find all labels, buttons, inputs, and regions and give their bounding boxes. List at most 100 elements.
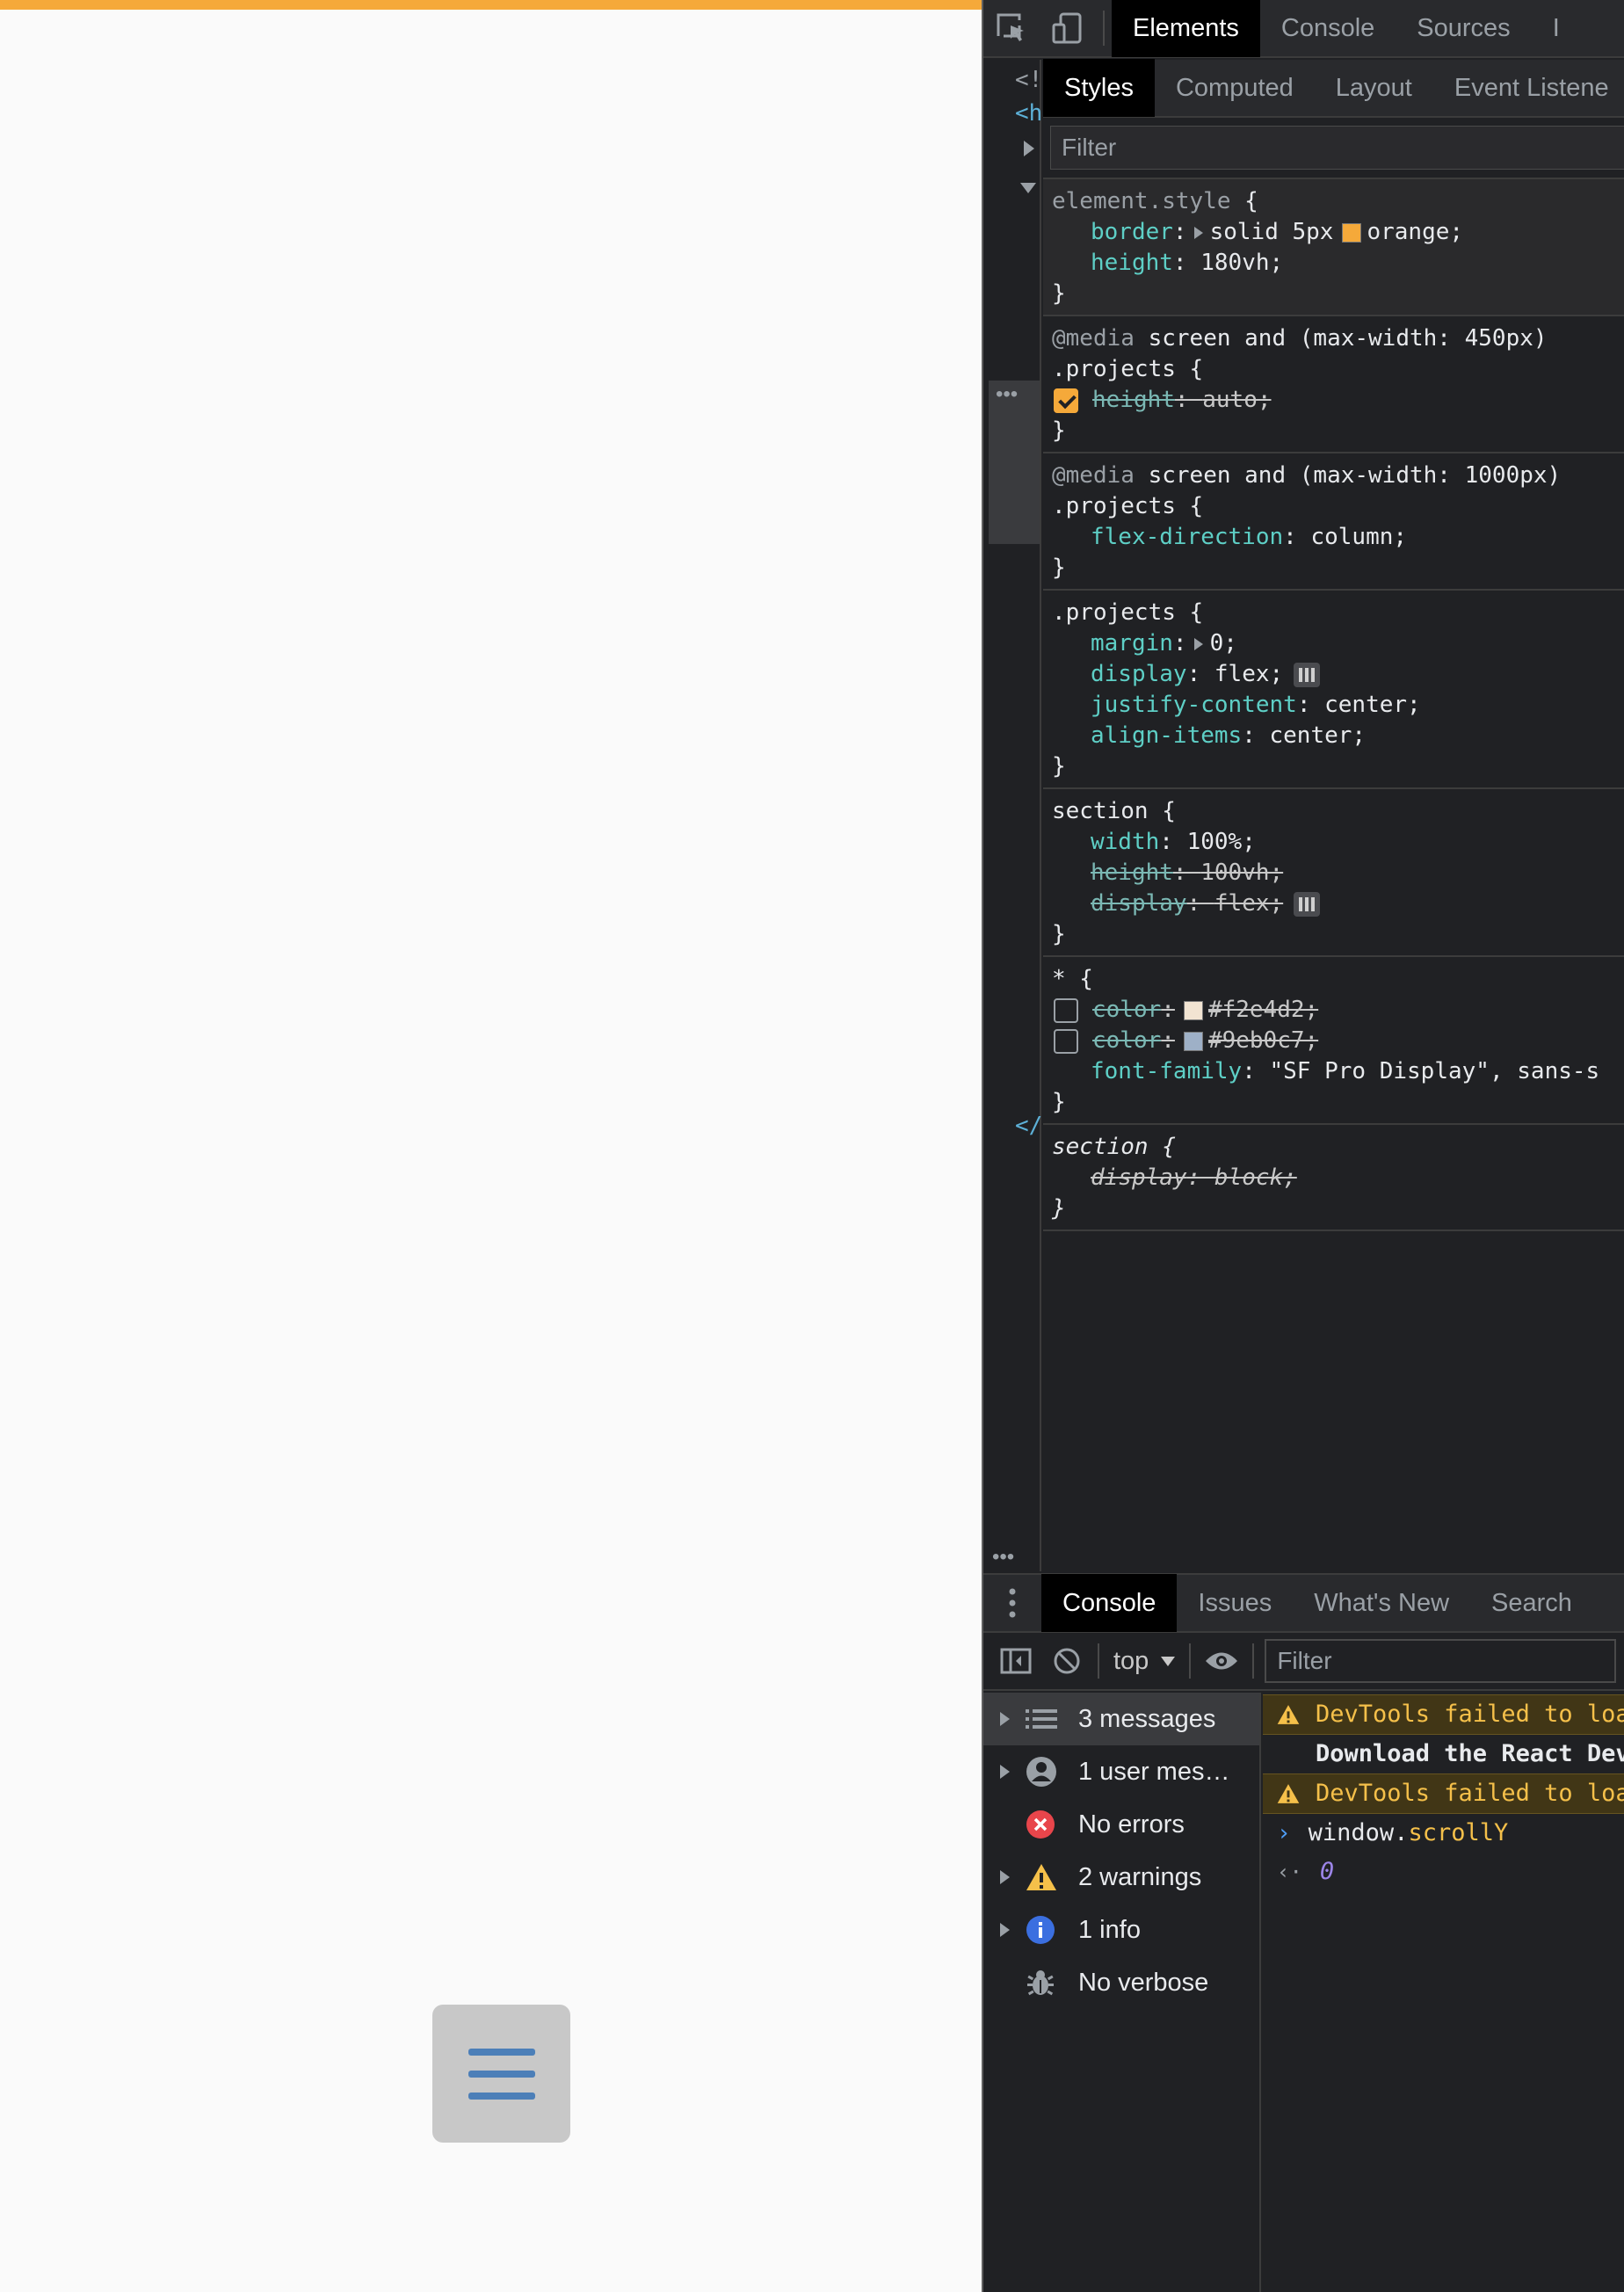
device-toggle-icon[interactable] (1040, 0, 1096, 57)
declaration-margin[interactable]: margin:0; (1052, 628, 1624, 659)
sidebar-item-verbose[interactable]: No verbose (983, 1956, 1259, 2009)
expand-arrow-icon[interactable] (983, 1923, 1026, 1937)
property-checkbox[interactable] (1054, 388, 1078, 413)
declaration-height-overridden[interactable]: height: 100vh; (1052, 858, 1624, 889)
dom-selected-row[interactable]: ••• (989, 381, 1040, 544)
kebab-menu-icon[interactable] (983, 1574, 1041, 1632)
sidebar-item-warnings[interactable]: 2 warnings (983, 1851, 1259, 1904)
tab-more[interactable]: I (1532, 0, 1581, 57)
rule-element-style: element.style { border: solid 5px orange; … (1043, 179, 1624, 316)
toolbar-separator (1189, 1643, 1192, 1679)
declaration-width[interactable]: width: 100%; (1052, 827, 1624, 858)
declaration-border[interactable]: border: solid 5px orange; (1052, 217, 1624, 248)
declaration-flex-direction[interactable]: flex-direction: column; (1052, 522, 1624, 553)
console-sidebar: 3 messages 1 user mes… No errors 2 warni… (983, 1693, 1261, 2292)
styles-filter-row (1043, 118, 1624, 179)
drawer-tab-search[interactable]: Search (1470, 1574, 1593, 1632)
color-swatch[interactable] (1183, 1031, 1203, 1051)
toolbar-separator (1252, 1643, 1255, 1679)
tab-sources[interactable]: Sources (1396, 0, 1531, 57)
rule-media-450: @media screen and (max-width: 450px) .pr… (1043, 316, 1624, 453)
property-checkbox[interactable] (1054, 997, 1078, 1023)
console-info-line[interactable]: Download the React Dev (1263, 1735, 1624, 1773)
declaration-display-block[interactable]: display: block; (1052, 1163, 1624, 1193)
console-result-line[interactable]: ‹· 0 (1263, 1853, 1624, 1891)
hamburger-icon (468, 2048, 535, 2100)
dropdown-caret-icon (1161, 1656, 1176, 1666)
drawer-tab-console[interactable]: Console (1041, 1574, 1178, 1632)
expand-triangle-icon[interactable] (1193, 637, 1203, 650)
sidebar-item-info[interactable]: 1 info (983, 1904, 1259, 1956)
styles-pane: Styles Computed Layout Event Listene ele… (1043, 59, 1624, 1573)
declaration-color-1[interactable]: color: #f2e4d2; (1052, 995, 1624, 1026)
clear-console-icon[interactable] (1041, 1632, 1092, 1690)
dom-expand-arrow[interactable] (1024, 141, 1034, 156)
styles-subtabs: Styles Computed Layout Event Listene (1043, 59, 1624, 118)
color-swatch[interactable] (1342, 222, 1362, 243)
prompt-chevron-icon: › (1277, 1820, 1291, 1846)
tab-elements[interactable]: Elements (1112, 0, 1260, 57)
subtab-computed[interactable]: Computed (1155, 59, 1315, 117)
bug-icon (1026, 1965, 1068, 2000)
styles-filter-input[interactable] (1050, 126, 1624, 170)
dom-html-open[interactable]: <h (1015, 100, 1042, 127)
toolbar-separator (1098, 1643, 1099, 1679)
color-swatch[interactable] (1183, 1000, 1203, 1020)
toolbar-separator (1103, 11, 1105, 46)
context-selector[interactable]: top (1105, 1647, 1184, 1676)
console-warning-line[interactable]: DevTools failed to loa (1263, 1773, 1624, 1814)
drawer-tab-whats-new[interactable]: What's New (1293, 1574, 1470, 1632)
devtools-panel: Elements Console Sources I <! <h ••• </ … (982, 0, 1624, 2292)
declaration-font-family[interactable]: font-family: "SF Pro Display", sans-s (1052, 1056, 1624, 1087)
sidebar-item-errors[interactable]: No errors (983, 1798, 1259, 1851)
ellipsis-icon: ••• (996, 382, 1019, 406)
sidebar-item-user-messages[interactable]: 1 user mes… (983, 1745, 1259, 1798)
rule-selector: section { (1052, 1134, 1176, 1160)
console-log: DevTools failed to loa Download the Reac… (1263, 1693, 1624, 2292)
console-filter-input[interactable] (1265, 1639, 1617, 1683)
declaration-height-auto[interactable]: height: auto; (1052, 385, 1624, 416)
expand-arrow-icon[interactable] (983, 1765, 1026, 1779)
rule-selector: section { (1052, 798, 1176, 824)
property-checkbox[interactable] (1054, 1028, 1078, 1054)
console-warning-line[interactable]: DevTools failed to loa (1263, 1694, 1624, 1735)
declaration-color-2[interactable]: color: #9eb0c7; (1052, 1026, 1624, 1056)
declaration-height[interactable]: height: 180vh; (1052, 248, 1624, 279)
declaration-align-items[interactable]: align-items: center; (1052, 721, 1624, 751)
tab-console[interactable]: Console (1260, 0, 1396, 57)
result-arrow-icon: ‹· (1277, 1860, 1302, 1884)
rule-selector: element.style (1052, 188, 1231, 214)
declaration-display-overridden[interactable]: display: flex; (1052, 889, 1624, 919)
rule-universal: * { color: #f2e4d2; color: #9eb0c7; font-f… (1043, 957, 1624, 1125)
declaration-display[interactable]: display: flex; (1052, 659, 1624, 690)
info-icon (1026, 1912, 1068, 1947)
declaration-justify-content[interactable]: justify-content: center; (1052, 690, 1624, 721)
dom-doctype[interactable]: <! (1015, 67, 1042, 93)
warning-icon (1277, 1784, 1300, 1803)
expand-arrow-icon[interactable] (983, 1712, 1026, 1726)
error-icon (1026, 1807, 1068, 1842)
drawer-tab-issues[interactable]: Issues (1177, 1574, 1293, 1632)
subtab-event-listeners[interactable]: Event Listene (1433, 59, 1624, 117)
subtab-styles[interactable]: Styles (1043, 59, 1155, 117)
live-expression-eye-icon[interactable] (1196, 1632, 1247, 1690)
flexbox-editor-icon[interactable] (1294, 891, 1321, 917)
menu-button[interactable] (432, 2005, 570, 2143)
drawer-tabbar: Console Issues What's New Search (983, 1574, 1624, 1633)
console-input-line[interactable]: › window. scrollY (1263, 1814, 1624, 1853)
inspect-element-icon[interactable] (983, 0, 1040, 57)
more-ellipsis-icon[interactable]: ••• (992, 1545, 1014, 1570)
rule-selector: .projects { (1052, 599, 1204, 626)
dom-close-tag[interactable]: </ (1015, 1113, 1042, 1139)
rule-selector: * { (1052, 966, 1093, 992)
warning-icon (1026, 1860, 1068, 1895)
page-viewport (0, 0, 982, 2292)
sidebar-toggle-icon[interactable] (990, 1632, 1041, 1690)
flexbox-editor-icon[interactable] (1294, 662, 1321, 687)
dom-collapse-arrow[interactable] (1020, 183, 1036, 193)
sidebar-item-messages[interactable]: 3 messages (983, 1693, 1259, 1745)
console-toolbar: top (983, 1633, 1624, 1691)
subtab-layout[interactable]: Layout (1315, 59, 1433, 117)
expand-arrow-icon[interactable] (983, 1870, 1026, 1884)
expand-triangle-icon[interactable] (1193, 226, 1203, 239)
